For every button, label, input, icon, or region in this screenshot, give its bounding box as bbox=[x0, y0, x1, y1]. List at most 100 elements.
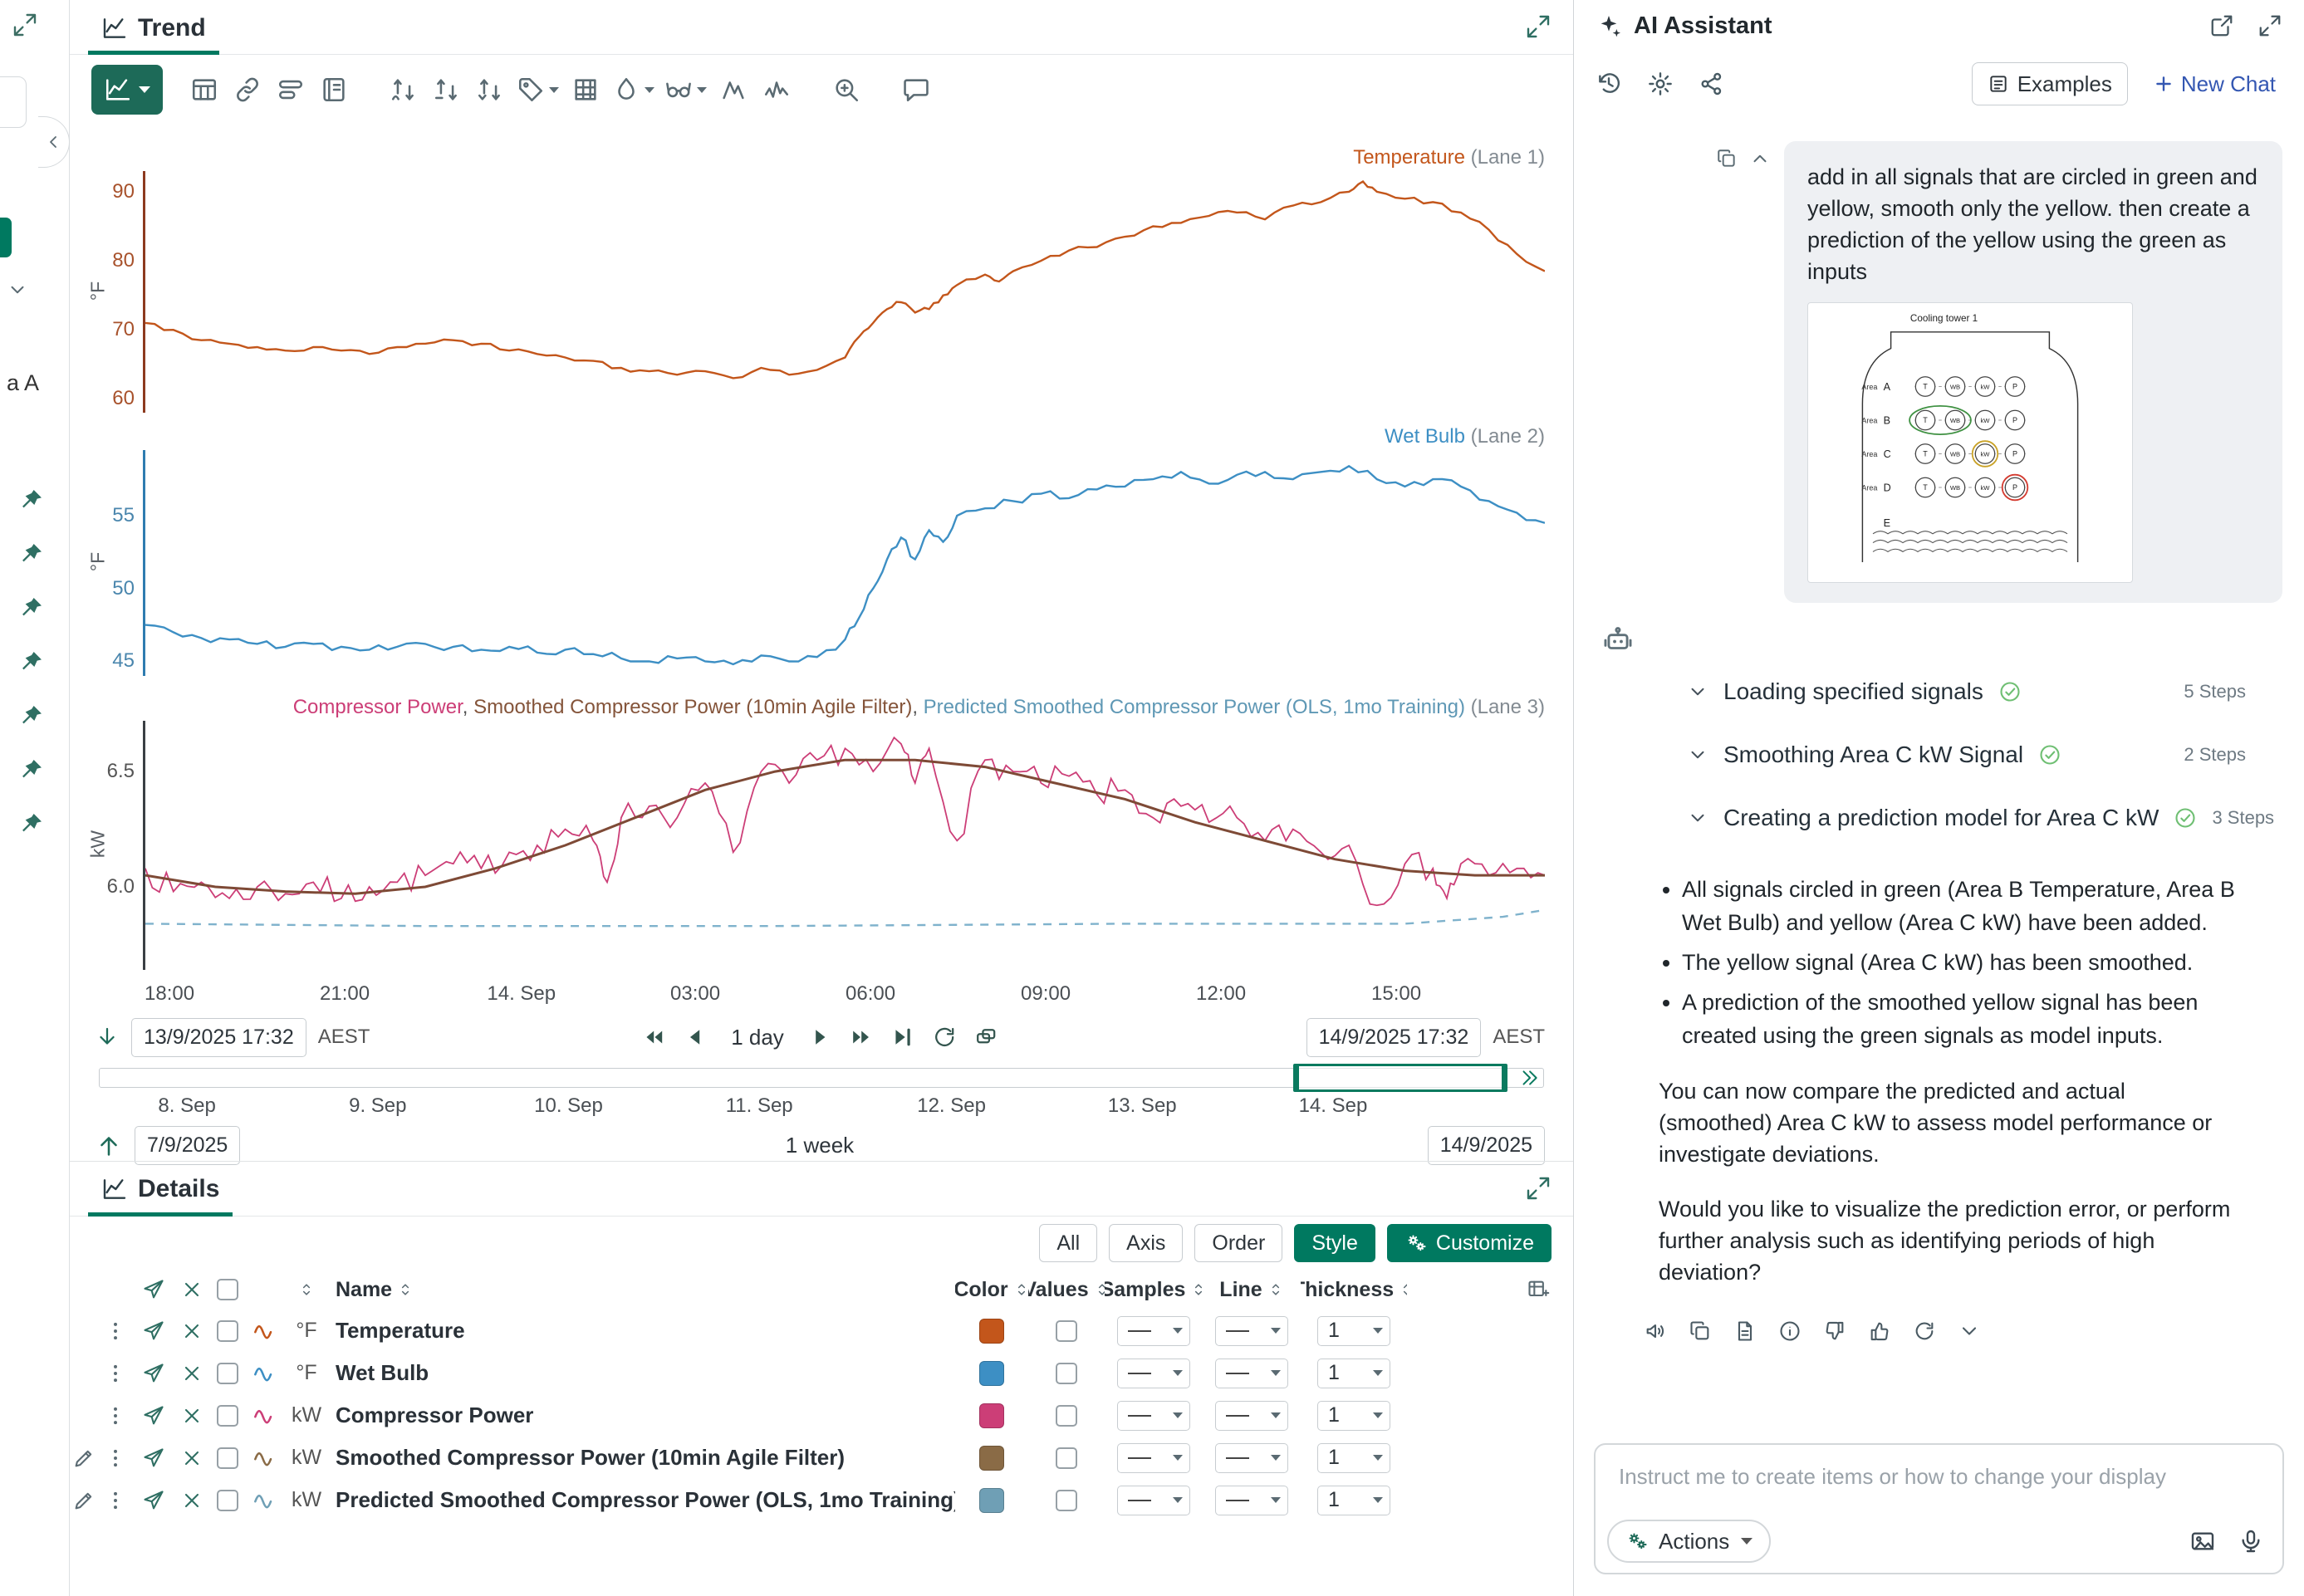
remove-icon[interactable] bbox=[180, 1489, 203, 1512]
table-row[interactable]: kW Smoothed Compressor Power (10min Agil… bbox=[70, 1437, 1573, 1479]
color-swatch[interactable] bbox=[979, 1403, 1004, 1428]
new-chat-button[interactable]: New Chat bbox=[2146, 62, 2282, 105]
display-range-end[interactable]: 14/9/2025 17:32 bbox=[1306, 1018, 1482, 1057]
navigate-icon[interactable] bbox=[142, 1447, 165, 1470]
signal-name[interactable]: Temperature bbox=[329, 1318, 955, 1344]
remove-column-icon[interactable] bbox=[180, 1278, 203, 1301]
values-checkbox[interactable] bbox=[1056, 1490, 1077, 1511]
sort-icon[interactable] bbox=[1094, 1281, 1105, 1298]
style-button[interactable]: Style bbox=[1294, 1224, 1375, 1262]
investigate-range-start[interactable]: 7/9/2025 bbox=[135, 1126, 240, 1165]
step-back-icon[interactable] bbox=[683, 1025, 708, 1050]
line-select[interactable] bbox=[1215, 1316, 1288, 1346]
up-arrow-icon[interactable] bbox=[95, 1131, 123, 1159]
row-checkbox[interactable] bbox=[217, 1447, 238, 1469]
table-row[interactable]: °F Wet Bulb 1 bbox=[70, 1352, 1573, 1394]
expand-trend-icon[interactable] bbox=[1525, 13, 1552, 40]
samples-select[interactable] bbox=[1117, 1359, 1190, 1388]
rewind-icon[interactable] bbox=[641, 1025, 666, 1050]
document-icon[interactable] bbox=[1733, 1319, 1757, 1343]
remove-icon[interactable] bbox=[180, 1447, 203, 1470]
thumb-up-icon[interactable] bbox=[1868, 1319, 1891, 1343]
edit-icon[interactable] bbox=[72, 1489, 96, 1512]
thickness-select[interactable]: 1 bbox=[1317, 1401, 1390, 1431]
gridlines-button[interactable] bbox=[564, 66, 607, 113]
sort-icon[interactable] bbox=[1267, 1281, 1284, 1298]
color-swatch[interactable] bbox=[979, 1361, 1004, 1386]
add-column-icon[interactable] bbox=[1527, 1278, 1550, 1301]
samples-select[interactable] bbox=[1117, 1316, 1190, 1346]
thickness-select[interactable]: 1 bbox=[1317, 1443, 1390, 1473]
metrics-button[interactable] bbox=[712, 66, 755, 113]
navigate-icon[interactable] bbox=[142, 1362, 165, 1385]
journal-button[interactable] bbox=[312, 66, 355, 113]
examples-button[interactable]: Examples bbox=[1972, 62, 2128, 105]
attached-image[interactable]: Cooling tower 1AreaATWBkWPAreaBTWBkWPAre… bbox=[1807, 302, 2133, 583]
sparkline-button[interactable] bbox=[755, 66, 798, 113]
plan-step[interactable]: Smoothing Area C kW Signal 2 Steps bbox=[1687, 723, 2246, 786]
timeline-scrubber[interactable] bbox=[99, 1068, 1544, 1088]
refresh-icon[interactable] bbox=[932, 1025, 957, 1050]
copy-icon[interactable] bbox=[1716, 148, 1738, 169]
samples-select[interactable] bbox=[1117, 1401, 1190, 1431]
info-icon[interactable] bbox=[1778, 1319, 1802, 1343]
chat-input[interactable] bbox=[1619, 1458, 2259, 1495]
pin-icon[interactable] bbox=[18, 487, 45, 513]
values-checkbox[interactable] bbox=[1056, 1320, 1077, 1342]
sort-icon[interactable] bbox=[298, 1281, 315, 1298]
remove-icon[interactable] bbox=[180, 1404, 203, 1427]
remove-icon[interactable] bbox=[180, 1319, 203, 1343]
share-icon[interactable] bbox=[1699, 71, 1725, 97]
row-checkbox[interactable] bbox=[217, 1320, 238, 1342]
signal-name[interactable]: Predicted Smoothed Compressor Power (OLS… bbox=[329, 1487, 955, 1513]
collapse-panel-button[interactable] bbox=[38, 116, 70, 168]
line-select[interactable] bbox=[1215, 1401, 1288, 1431]
sort-icon[interactable] bbox=[1013, 1281, 1028, 1298]
row-menu-icon[interactable] bbox=[104, 1362, 127, 1385]
link-button[interactable] bbox=[226, 66, 269, 113]
filter-order-button[interactable]: Order bbox=[1194, 1224, 1282, 1262]
values-checkbox[interactable] bbox=[1056, 1447, 1077, 1469]
row-checkbox[interactable] bbox=[217, 1363, 238, 1384]
ffwd-icon[interactable] bbox=[849, 1025, 874, 1050]
samples-select[interactable] bbox=[1117, 1443, 1190, 1473]
chat-area[interactable]: add in all signals that are circled in g… bbox=[1574, 116, 2304, 1427]
skip-end-icon[interactable] bbox=[890, 1025, 915, 1050]
color-swatch[interactable] bbox=[979, 1319, 1004, 1344]
actions-button[interactable]: Actions bbox=[1607, 1520, 1771, 1563]
row-menu-icon[interactable] bbox=[104, 1489, 127, 1512]
view-options-button[interactable] bbox=[659, 66, 712, 113]
chart-lane[interactable] bbox=[143, 721, 1545, 970]
navigate-icon[interactable] bbox=[142, 1489, 165, 1512]
sort-icon[interactable] bbox=[1190, 1281, 1203, 1298]
signal-filter-button[interactable] bbox=[425, 66, 468, 113]
navigate-icon[interactable] bbox=[142, 1319, 165, 1343]
investigate-range-end[interactable]: 14/9/2025 bbox=[1428, 1126, 1545, 1165]
tab-details[interactable]: Details bbox=[88, 1165, 233, 1217]
edit-icon[interactable] bbox=[72, 1447, 96, 1470]
expand-details-icon[interactable] bbox=[1525, 1175, 1552, 1202]
mic-icon[interactable] bbox=[2238, 1528, 2264, 1554]
color-swatch[interactable] bbox=[979, 1488, 1004, 1513]
history-icon[interactable] bbox=[1596, 71, 1622, 97]
chart-type-button[interactable] bbox=[91, 65, 163, 115]
row-menu-icon[interactable] bbox=[104, 1404, 127, 1427]
signal-name[interactable]: Smoothed Compressor Power (10min Agile F… bbox=[329, 1445, 955, 1471]
expand-icon[interactable] bbox=[2257, 13, 2282, 38]
scrubber-selection[interactable] bbox=[1293, 1064, 1507, 1092]
dimming-button[interactable] bbox=[607, 66, 659, 113]
chevron-down-icon[interactable] bbox=[7, 279, 28, 301]
thickness-select[interactable]: 1 bbox=[1317, 1359, 1390, 1388]
sort-icon[interactable] bbox=[1399, 1281, 1407, 1298]
zoom-button[interactable] bbox=[825, 66, 868, 113]
chart-lane[interactable] bbox=[143, 171, 1545, 413]
navigate-column-icon[interactable] bbox=[142, 1278, 165, 1301]
duplicate-icon[interactable] bbox=[973, 1025, 998, 1050]
values-checkbox[interactable] bbox=[1056, 1363, 1077, 1384]
select-all-checkbox[interactable] bbox=[217, 1279, 238, 1300]
refresh-icon[interactable] bbox=[1913, 1319, 1936, 1343]
filter-axis-button[interactable]: Axis bbox=[1109, 1224, 1183, 1262]
sort-icon[interactable] bbox=[397, 1281, 414, 1298]
gear-icon[interactable] bbox=[1647, 71, 1674, 97]
open-new-icon[interactable] bbox=[2209, 13, 2234, 38]
